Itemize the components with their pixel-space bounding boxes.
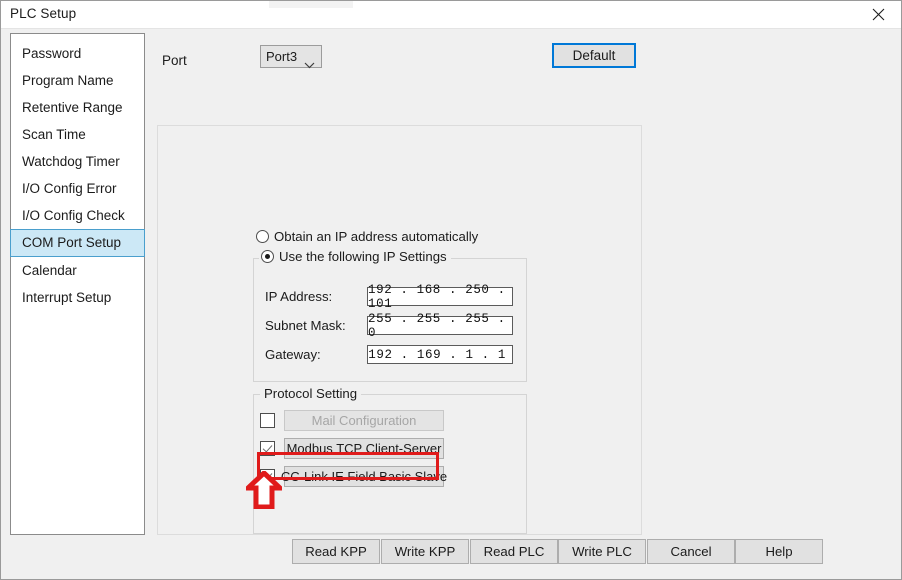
port-select-value: Port3 [266, 49, 298, 64]
title-bar: PLC Setup [1, 1, 901, 29]
radio-obtain-ip-automatically[interactable]: Obtain an IP address automatically [256, 229, 478, 244]
mail-configuration-checkbox[interactable] [260, 413, 275, 428]
render-artifact [269, 1, 353, 8]
sidebar-item-retentive-range[interactable]: Retentive Range [11, 94, 144, 121]
protocol-row-modbus-tcp[interactable]: Modbus TCP Client-Server [260, 438, 444, 459]
sidebar-item-scan-time[interactable]: Scan Time [11, 121, 144, 148]
chevron-down-icon [304, 54, 315, 75]
cclink-ie-button[interactable]: CC-Link IE Field Basic Slave [281, 466, 447, 487]
sidebar-item-interrupt-setup[interactable]: Interrupt Setup [11, 284, 144, 311]
ip-address-input[interactable]: 192 . 168 . 250 . 101 [367, 283, 513, 311]
read-kpp-button[interactable]: Read KPP [292, 539, 380, 564]
read-plc-label: Read PLC [483, 544, 545, 559]
protocol-setting-group: Protocol Setting Mail Configuration Modb… [253, 386, 527, 534]
port-label: Port [162, 53, 187, 68]
cclink-ie-checkbox[interactable] [260, 469, 275, 484]
com-port-setup-pane: Port Port3 Default Obtain an IP address … [149, 31, 894, 535]
sidebar-item-program-name[interactable]: Program Name [11, 67, 144, 94]
write-kpp-label: Write KPP [394, 544, 456, 559]
ip-settings-group: Use the following IP Settings IP Address… [253, 249, 527, 382]
read-plc-button[interactable]: Read PLC [470, 539, 558, 564]
gateway-input[interactable]: 192 . 169 . 1 . 1 [367, 345, 513, 364]
help-button[interactable]: Help [735, 539, 823, 564]
cancel-button[interactable]: Cancel [647, 539, 735, 564]
protocol-row-cclink-ie[interactable]: CC-Link IE Field Basic Slave [260, 466, 447, 487]
port-select[interactable]: Port3 [260, 45, 322, 69]
radio-indicator [256, 230, 269, 243]
subnet-mask-input[interactable]: 255 . 255 . 255 . 0 [367, 312, 513, 340]
read-kpp-label: Read KPP [305, 544, 367, 559]
subnet-mask-row: Subnet Mask: 255 . 255 . 255 . 0 [265, 312, 513, 340]
close-icon[interactable] [856, 1, 901, 28]
radio-obtain-ip-label: Obtain an IP address automatically [274, 229, 479, 244]
gateway-row: Gateway: 192 . 169 . 1 . 1 [265, 345, 513, 364]
mail-configuration-button: Mail Configuration [284, 410, 444, 431]
protocol-row-mail-configuration[interactable]: Mail Configuration [260, 410, 444, 431]
dialog-button-bar: Read KPP Write KPP Read PLC Write PLC Ca… [1, 539, 901, 571]
help-label: Help [765, 544, 793, 559]
sidebar-item-calendar[interactable]: Calendar [11, 257, 144, 284]
default-button[interactable]: Default [552, 43, 636, 68]
subnet-mask-label: Subnet Mask: [265, 318, 346, 333]
default-button-label: Default [572, 48, 616, 63]
ip-address-row: IP Address: 192 . 168 . 250 . 101 [265, 283, 513, 311]
radio-indicator [261, 250, 274, 263]
window-title: PLC Setup [10, 6, 77, 21]
plc-setup-dialog: PLC Setup Password Program Name Retentiv… [0, 0, 902, 580]
gateway-label: Gateway: [265, 347, 321, 362]
write-kpp-button[interactable]: Write KPP [381, 539, 469, 564]
write-plc-button[interactable]: Write PLC [558, 539, 646, 564]
write-plc-label: Write PLC [572, 544, 632, 559]
ip-address-label: IP Address: [265, 289, 333, 304]
sidebar-item-io-config-check[interactable]: I/O Config Check [11, 202, 144, 229]
radio-use-following-ip[interactable]: Use the following IP Settings [259, 249, 451, 264]
settings-category-list[interactable]: Password Program Name Retentive Range Sc… [10, 33, 145, 535]
sidebar-item-com-port-setup[interactable]: COM Port Setup [10, 229, 145, 257]
radio-use-following-ip-label: Use the following IP Settings [279, 249, 447, 264]
sidebar-item-watchdog-timer[interactable]: Watchdog Timer [11, 148, 144, 175]
modbus-tcp-button[interactable]: Modbus TCP Client-Server [284, 438, 444, 459]
protocol-setting-title: Protocol Setting [260, 386, 362, 401]
modbus-tcp-checkbox[interactable] [260, 441, 275, 456]
sidebar-item-password[interactable]: Password [11, 40, 144, 67]
sidebar-item-io-config-error[interactable]: I/O Config Error [11, 175, 144, 202]
cancel-label: Cancel [670, 544, 712, 559]
